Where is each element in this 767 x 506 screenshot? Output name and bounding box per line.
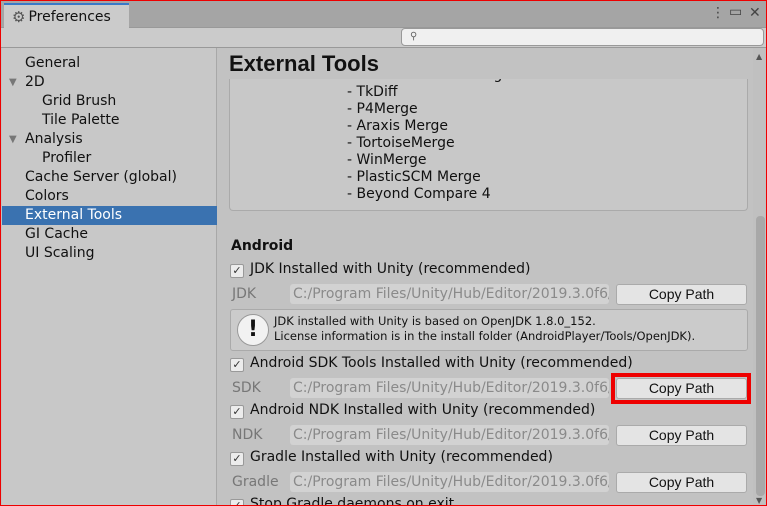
sidebar-item-analysis[interactable]: ▼ Analysis	[2, 130, 217, 149]
expand-triangle-icon[interactable]: ▼	[9, 130, 17, 149]
jdk-help-box: ! JDK installed with Unity is based on O…	[230, 309, 748, 351]
sidebar-item-general[interactable]: General	[2, 54, 217, 73]
jdk-path-label: JDK	[232, 286, 257, 302]
diff-tool-item: - WinMerge	[347, 152, 427, 168]
sdk-checkbox[interactable]: ✓	[230, 358, 244, 372]
diff-tool-item: - Araxis Merge	[347, 118, 449, 134]
highlight-box	[611, 373, 751, 404]
search-icon: ⚲	[410, 31, 418, 42]
sidebar-item-ui-scaling[interactable]: UI Scaling	[2, 244, 217, 263]
toolbar: ⚲	[1, 28, 766, 48]
scrollbar-thumb[interactable]	[756, 216, 765, 496]
sidebar-item-label: Cache Server (global)	[25, 169, 177, 185]
scroll-down-icon[interactable]: ▼	[756, 496, 762, 505]
ndk-copy-path-button[interactable]: Copy Path	[616, 425, 747, 446]
sidebar-item-label: Grid Brush	[42, 93, 117, 109]
sidebar-item-label: General	[25, 55, 81, 71]
diff-tool-label: Beyond Compare 4	[356, 186, 491, 202]
sidebar-item-label: Profiler	[42, 150, 92, 166]
diff-tool-label: TkDiff	[356, 84, 398, 100]
sidebar-item-label: GI Cache	[25, 226, 88, 242]
diff-tool-item: - Beyond Compare 4	[347, 186, 491, 202]
ndk-checkbox-label: Android NDK Installed with Unity (recomm…	[250, 402, 596, 418]
sdk-checkbox-label: Android SDK Tools Installed with Unity (…	[250, 355, 633, 371]
gradle-path-label: Gradle	[232, 474, 279, 490]
maximize-icon[interactable]: ▭	[729, 4, 742, 20]
sidebar-item-label: UI Scaling	[25, 245, 95, 261]
kebab-icon[interactable]: ⋮	[711, 5, 725, 21]
help-line-2: License information is in the install fo…	[274, 329, 696, 343]
tab-preferences[interactable]: ⚙ Preferences	[4, 3, 129, 29]
diff-tool-label: P4Merge	[356, 101, 418, 117]
expand-triangle-icon[interactable]: ▼	[9, 73, 17, 92]
warning-icon: !	[237, 314, 269, 346]
diff-tool-label: PlasticSCM Merge	[356, 169, 481, 185]
sidebar-item-tile-palette[interactable]: Tile Palette	[2, 111, 217, 130]
sidebar-item-2d[interactable]: ▼ 2D	[2, 73, 217, 92]
sidebar-item-colors[interactable]: Colors	[2, 187, 217, 206]
diff-tool-item: - TortoiseMerge	[347, 135, 455, 151]
scroll-up-icon[interactable]: ▲	[756, 52, 762, 61]
preferences-window: ⚙ Preferences ⋮ ▭ ✕ ⚲ General ▼ 2D Grid Brus…	[0, 0, 767, 506]
ndk-path-label: NDK	[232, 427, 263, 443]
sidebar-item-label: Colors	[25, 188, 69, 204]
jdk-copy-path-button[interactable]: Copy Path	[616, 284, 747, 305]
ndk-path-field[interactable]: C:/Program Files/Unity/Hub/Editor/2019.3…	[290, 425, 609, 445]
main-panel: External Tools - SourceGear DiffMerge- T…	[218, 48, 753, 506]
gear-icon: ⚙	[12, 8, 26, 26]
sidebar: General ▼ 2D Grid Brush Tile Palette ▼ Analysi…	[2, 48, 217, 505]
diff-tool-label: TortoiseMerge	[356, 135, 455, 151]
sidebar-item-external-tools[interactable]: External Tools	[2, 206, 217, 225]
diff-tools-list: - SourceGear DiffMerge- TkDiff- P4Merge-…	[229, 79, 748, 211]
search-input[interactable]: ⚲	[401, 28, 764, 46]
tab-bar: ⚙ Preferences ⋮ ▭ ✕	[1, 1, 766, 29]
sidebar-item-profiler[interactable]: Profiler	[2, 149, 217, 168]
sidebar-item-label: Analysis	[25, 131, 83, 147]
gradle-checkbox-label: Gradle Installed with Unity (recommended…	[250, 449, 553, 465]
gradle-path-field[interactable]: C:/Program Files/Unity/Hub/Editor/2019.3…	[290, 472, 609, 492]
gradle-copy-path-button[interactable]: Copy Path	[616, 472, 747, 493]
sidebar-item-label: Tile Palette	[42, 112, 120, 128]
diff-tool-label: SourceGear DiffMerge	[357, 79, 511, 83]
stop-gradle-checkbox[interactable]: ✓	[230, 499, 244, 505]
diff-tool-label: WinMerge	[356, 152, 427, 168]
tab-title: Preferences	[28, 9, 111, 25]
jdk-checkbox-label: JDK Installed with Unity (recommended)	[250, 261, 531, 277]
sidebar-item-label: External Tools	[25, 207, 123, 223]
sidebar-item-label: 2D	[25, 74, 45, 90]
sidebar-item-gi-cache[interactable]: GI Cache	[2, 225, 217, 244]
diff-tool-item: - PlasticSCM Merge	[347, 169, 481, 185]
diff-tool-label: Araxis Merge	[356, 118, 449, 134]
diff-tool-item: - TkDiff	[347, 84, 398, 100]
sidebar-item-grid-brush[interactable]: Grid Brush	[2, 92, 217, 111]
stop-gradle-label: Stop Gradle daemons on exit	[250, 496, 455, 506]
sidebar-item-cache-server-global[interactable]: Cache Server (global)	[2, 168, 217, 187]
help-line-1: JDK installed with Unity is based on Ope…	[274, 314, 596, 328]
gradle-checkbox[interactable]: ✓	[230, 452, 244, 466]
jdk-checkbox[interactable]: ✓	[230, 264, 244, 278]
close-icon[interactable]: ✕	[749, 5, 761, 21]
diff-tool-item: - SourceGear DiffMerge	[347, 79, 511, 83]
ndk-checkbox[interactable]: ✓	[230, 405, 244, 419]
android-header: Android	[231, 238, 294, 254]
page-title: External Tools	[229, 51, 379, 76]
jdk-path-field[interactable]: C:/Program Files/Unity/Hub/Editor/2019.3…	[290, 284, 609, 304]
sdk-path-field[interactable]: C:/Program Files/Unity/Hub/Editor/2019.3…	[290, 378, 609, 398]
sdk-path-label: SDK	[232, 380, 261, 396]
diff-tool-item: - P4Merge	[347, 101, 418, 117]
scrollbar[interactable]: ▲ ▼	[753, 48, 766, 505]
